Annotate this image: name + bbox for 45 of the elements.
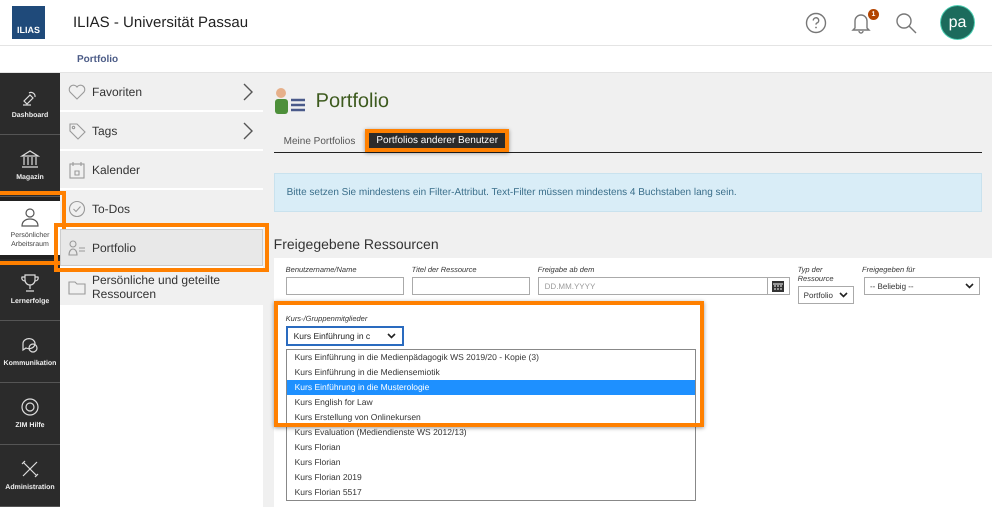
dropdown-option[interactable]: Kurs Erstellung von Onlinekursen [286, 410, 695, 425]
dropdown-option[interactable]: Kurs Florian [286, 440, 695, 455]
breadcrumb-link[interactable]: Portfolio [77, 54, 118, 64]
caret-icon [386, 333, 396, 339]
caret-icon [839, 292, 848, 298]
dropdown-option[interactable]: Kurs English for Law [286, 395, 695, 410]
slate-menu-item[interactable]: Favoriten [60, 73, 263, 110]
site-title: ILIAS - Universität Passau [73, 14, 248, 31]
portfolio-icon [274, 87, 308, 115]
text-input-field[interactable] [412, 277, 530, 295]
info-alert: Bitte setzen Sie mindestens ein Filter-Attribut. Text-Filter müssen mindestens 4 Buchstaben lang sein. [274, 173, 982, 212]
dropdown-select[interactable]: -- Beliebig -- [864, 277, 980, 295]
check-circle-icon [68, 200, 86, 218]
tab[interactable]: Portfolios anderer Benutzer [365, 129, 510, 152]
tab[interactable]: Meine Portfolios [274, 131, 356, 152]
bank-icon [20, 148, 40, 169]
person-list-icon [68, 238, 86, 256]
notification-bell-icon[interactable] [851, 12, 871, 34]
calendar-button[interactable] [768, 277, 790, 295]
slate-menu-item[interactable]: Kalender [60, 151, 263, 188]
dropdown-option[interactable]: Kurs Einführung in die Medienpädagogik WS 2019/20 - Kopie (3) [286, 350, 695, 365]
section-title: Freigegebene Ressourcen [274, 236, 440, 252]
person-icon [20, 206, 40, 227]
dropdown-option[interactable]: Kurs Florian 2019 [286, 470, 695, 485]
text-input-field[interactable] [286, 277, 404, 295]
trophy-icon [20, 272, 40, 293]
dropdown-option[interactable]: Kurs Florian 5517 [286, 485, 695, 500]
dropdown-option[interactable]: Kurs Einführung in die Mediensemiotik [286, 365, 695, 380]
slate-menu-item[interactable]: Tags [60, 112, 263, 149]
dropdown-option[interactable]: Kurs Florian [286, 455, 695, 470]
dropdown-option[interactable]: Kurs Evaluation (Mediendienste WS 2012/13) [286, 425, 695, 440]
page-title: Portfolio [316, 90, 390, 112]
dropdown-select[interactable]: Kurs Einführung in c [286, 326, 404, 346]
search-icon[interactable] [895, 12, 917, 34]
calendar-icon [772, 280, 784, 292]
tag-icon [68, 122, 86, 140]
ilias-logo[interactable]: ILIAS [12, 6, 45, 39]
dropdown-select[interactable]: Portfolio [798, 286, 854, 304]
calendar-icon [68, 160, 86, 178]
user-avatar[interactable]: pa [941, 6, 974, 39]
slate-menu-item[interactable]: Portfolio [60, 229, 263, 266]
date-input-field[interactable]: DD.MM.YYYY [538, 277, 768, 295]
caret-icon [965, 283, 974, 289]
heart-icon [68, 82, 86, 100]
help-icon[interactable] [805, 12, 827, 34]
